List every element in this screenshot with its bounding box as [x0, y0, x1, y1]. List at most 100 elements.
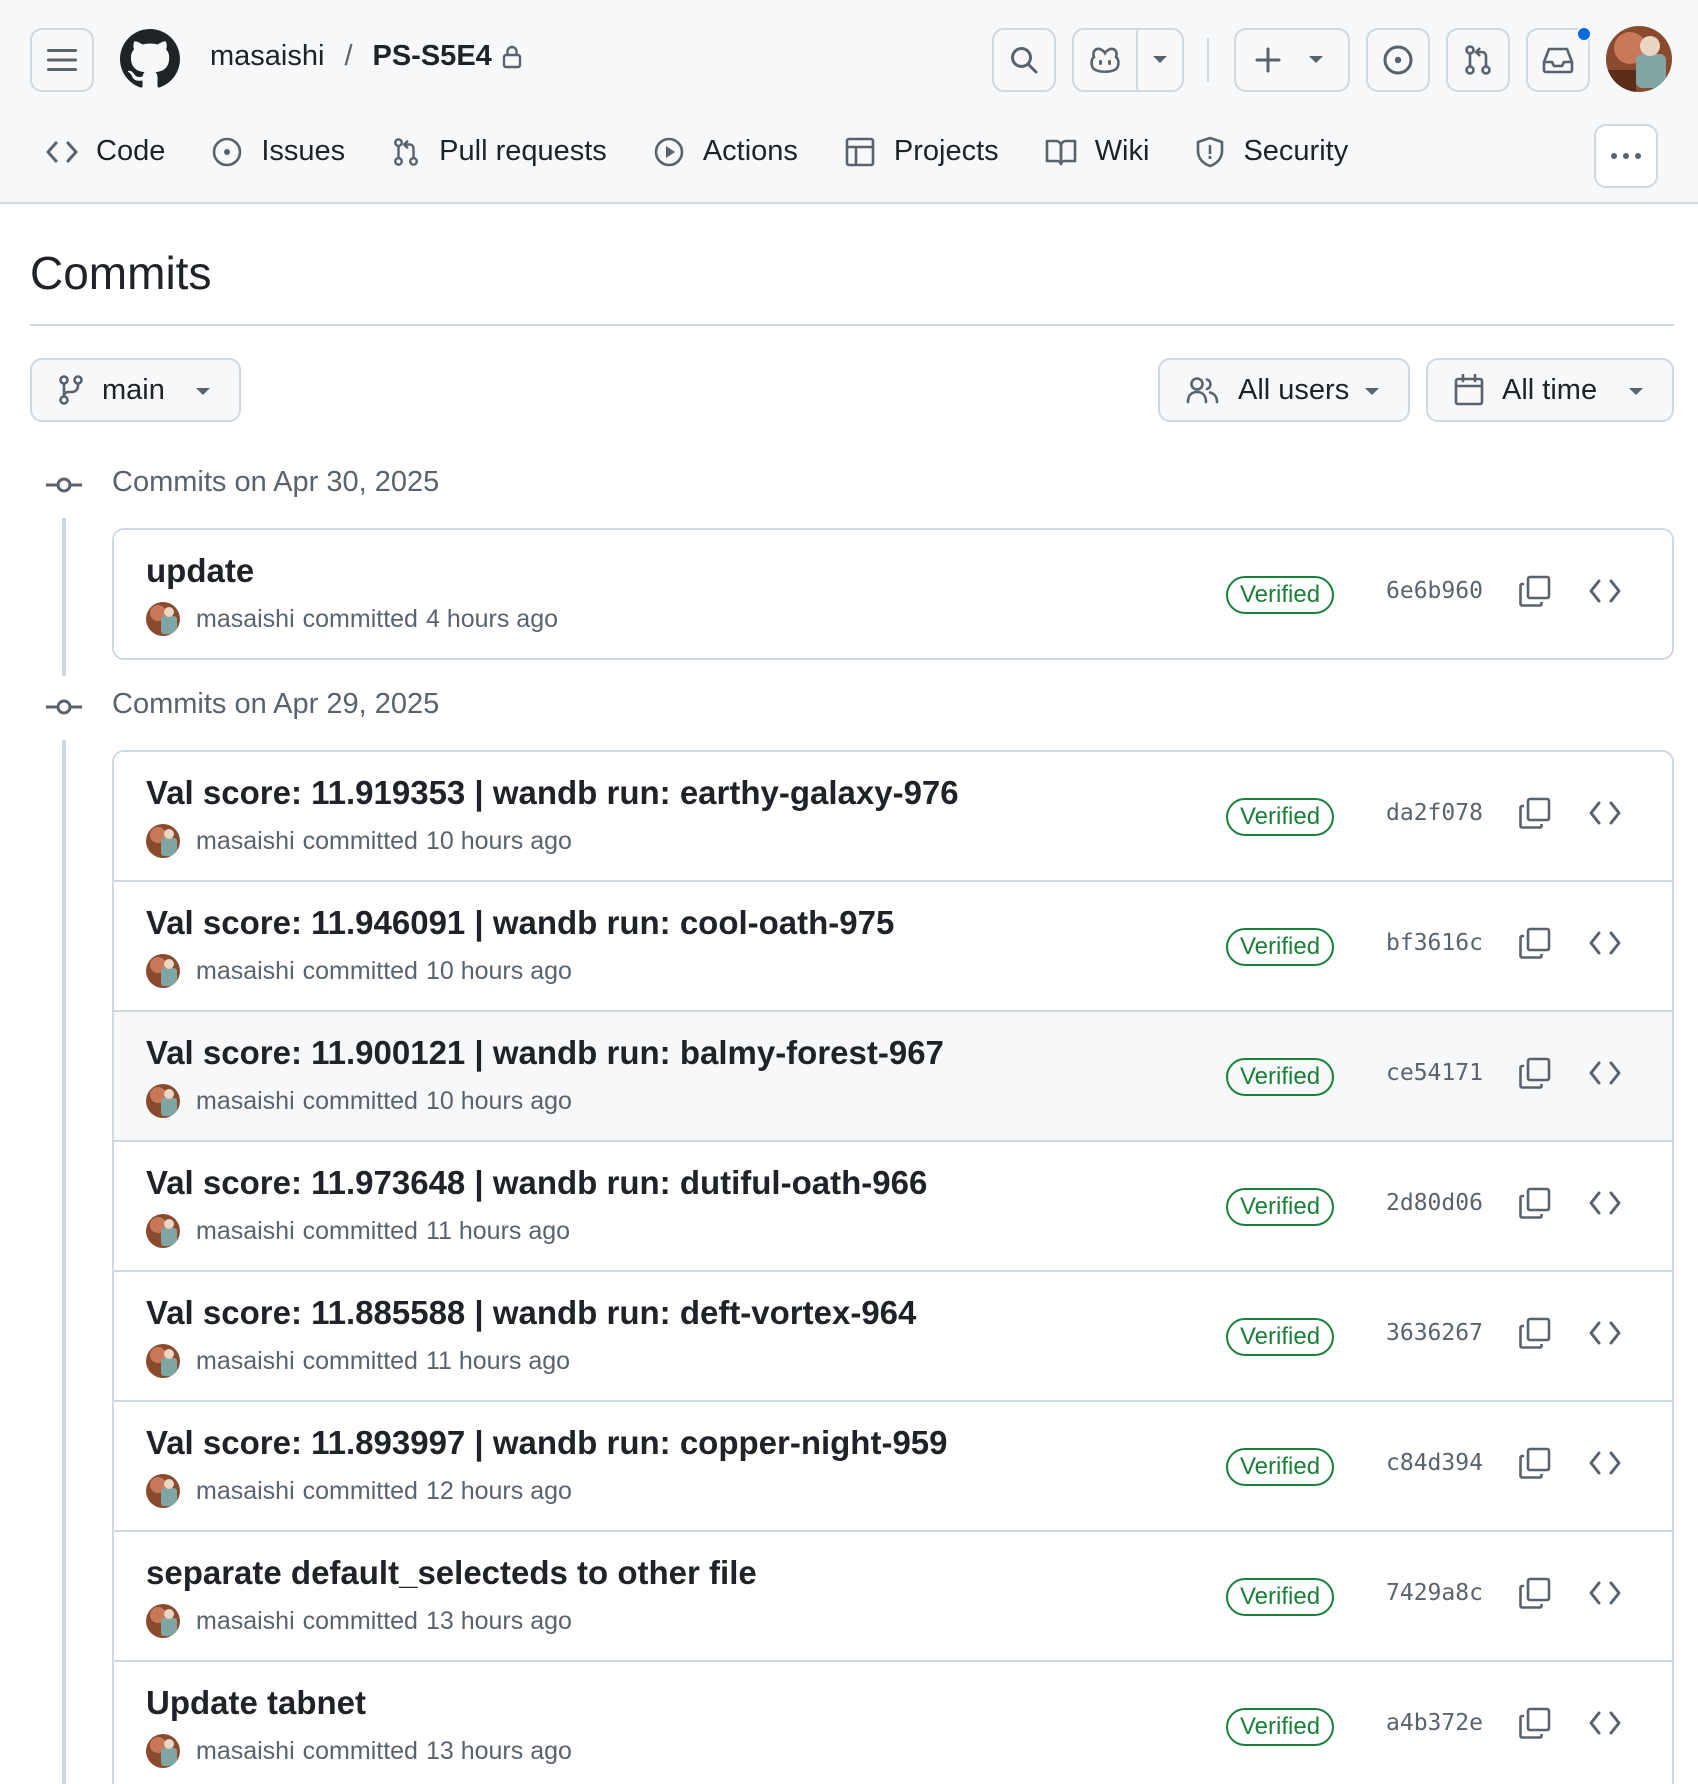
author-link[interactable]: masaishi — [196, 1737, 295, 1766]
tab-projects[interactable]: Projects — [844, 135, 999, 168]
commit-message-link[interactable]: Update tabnet — [146, 1684, 366, 1722]
verified-badge[interactable]: Verified — [1226, 1578, 1335, 1616]
tab-issues[interactable]: Issues — [211, 135, 345, 168]
pull-requests-button[interactable] — [1446, 28, 1510, 92]
commit-message-link[interactable]: Val score: 11.893997 | wandb run: copper… — [146, 1424, 948, 1462]
commit-message-link[interactable]: Val score: 11.919353 | wandb run: earthy… — [146, 774, 959, 812]
verified-badge[interactable]: Verified — [1226, 576, 1335, 614]
author-avatar[interactable] — [146, 602, 180, 636]
tab-code[interactable]: Code — [46, 135, 165, 168]
commit-meta: masaishi committed 11 hours ago — [146, 1344, 570, 1378]
author-avatar[interactable] — [146, 1734, 180, 1768]
author-avatar[interactable] — [146, 954, 180, 988]
branch-select-button[interactable]: main — [30, 358, 241, 422]
author-link[interactable]: masaishi — [196, 1477, 295, 1506]
verified-badge[interactable]: Verified — [1226, 928, 1335, 966]
author-avatar[interactable] — [146, 824, 180, 858]
commit-sha-link[interactable]: ce54171 — [1386, 1060, 1483, 1086]
author-link[interactable]: masaishi — [196, 1087, 295, 1116]
author-link[interactable]: masaishi — [196, 1347, 295, 1376]
commit-row[interactable]: Val score: 11.973648 | wandb run: dutifu… — [114, 1140, 1672, 1270]
browse-code-icon[interactable] — [1588, 578, 1622, 604]
commit-row[interactable]: Val score: 11.885588 | wandb run: deft-v… — [114, 1270, 1672, 1400]
browse-code-icon[interactable] — [1588, 1320, 1622, 1346]
copy-icon[interactable] — [1518, 1186, 1552, 1220]
user-avatar[interactable] — [1606, 26, 1672, 92]
repo-owner-link[interactable]: masaishi — [210, 40, 324, 73]
copy-icon[interactable] — [1518, 796, 1552, 830]
avatar-image — [146, 1734, 180, 1768]
copy-icon[interactable] — [1518, 1446, 1552, 1480]
commit-sha-link[interactable]: 3636267 — [1386, 1320, 1483, 1346]
commit-sha-link[interactable]: a4b372e — [1386, 1710, 1483, 1736]
commit-sha-link[interactable]: bf3616c — [1386, 930, 1483, 956]
commit-action: committed — [302, 1476, 418, 1505]
author-avatar[interactable] — [146, 1084, 180, 1118]
commit-row[interactable]: Val score: 11.900121 | wandb run: balmy-… — [114, 1010, 1672, 1140]
browse-code-icon[interactable] — [1588, 1190, 1622, 1216]
commit-meta: masaishi committed 10 hours ago — [146, 954, 572, 988]
tab-actions[interactable]: Actions — [653, 135, 798, 168]
commit-row[interactable]: update masaishi committed 4 hours ago Ve… — [114, 530, 1672, 658]
author-avatar[interactable] — [146, 1344, 180, 1378]
repo-name-link[interactable]: PS-S5E4 — [373, 40, 492, 73]
browse-code-icon[interactable] — [1588, 1710, 1622, 1736]
more-tabs-button[interactable] — [1594, 124, 1658, 188]
author-link[interactable]: masaishi — [196, 827, 295, 856]
copy-icon[interactable] — [1518, 926, 1552, 960]
menu-button[interactable] — [30, 28, 94, 92]
author-link[interactable]: masaishi — [196, 1607, 295, 1636]
commit-sha-link[interactable]: 7429a8c — [1386, 1580, 1483, 1606]
browse-code-icon[interactable] — [1588, 1060, 1622, 1086]
commit-row[interactable]: Val score: 11.893997 | wandb run: copper… — [114, 1400, 1672, 1530]
create-new-button[interactable] — [1234, 28, 1350, 92]
commit-message-link[interactable]: Val score: 11.973648 | wandb run: dutifu… — [146, 1164, 927, 1202]
commit-row[interactable]: Val score: 11.946091 | wandb run: cool-o… — [114, 880, 1672, 1010]
commit-message-link[interactable]: Val score: 11.885588 | wandb run: deft-v… — [146, 1294, 916, 1332]
copy-icon[interactable] — [1518, 1316, 1552, 1350]
commit-message-link[interactable]: Val score: 11.946091 | wandb run: cool-o… — [146, 904, 894, 942]
commit-sha-link[interactable]: da2f078 — [1386, 800, 1483, 826]
copy-icon[interactable] — [1518, 574, 1552, 608]
commit-sha-link[interactable]: 2d80d06 — [1386, 1190, 1483, 1216]
author-avatar[interactable] — [146, 1214, 180, 1248]
commit-message-link[interactable]: update — [146, 552, 254, 590]
tab-wiki[interactable]: Wiki — [1045, 135, 1149, 168]
issues-button[interactable] — [1366, 28, 1430, 92]
copilot-button[interactable] — [1074, 30, 1138, 90]
github-logo-icon[interactable] — [120, 29, 180, 89]
author-link[interactable]: masaishi — [196, 1217, 295, 1246]
copy-icon[interactable] — [1518, 1576, 1552, 1610]
copy-icon[interactable] — [1518, 1056, 1552, 1090]
author-link[interactable]: masaishi — [196, 605, 295, 634]
tab-pull-requests[interactable]: Pull requests — [391, 135, 607, 168]
tab-security[interactable]: Security — [1195, 135, 1348, 168]
users-filter-button[interactable]: All users — [1158, 358, 1410, 422]
commit-sha-link[interactable]: 6e6b960 — [1386, 578, 1483, 604]
author-avatar[interactable] — [146, 1474, 180, 1508]
author-link[interactable]: masaishi — [196, 957, 295, 986]
search-button[interactable] — [992, 28, 1056, 92]
verified-badge[interactable]: Verified — [1226, 798, 1335, 836]
commit-row[interactable]: Val score: 11.919353 | wandb run: earthy… — [114, 752, 1672, 880]
time-filter-button[interactable]: All time — [1426, 358, 1674, 422]
browse-code-icon[interactable] — [1588, 930, 1622, 956]
commit-sha-link[interactable]: c84d394 — [1386, 1450, 1483, 1476]
browse-code-icon[interactable] — [1588, 800, 1622, 826]
commit-row[interactable]: separate default_selecteds to other file… — [114, 1530, 1672, 1660]
commit-row[interactable]: Update tabnet masaishi committed 13 hour… — [114, 1660, 1672, 1784]
avatar-image — [146, 954, 180, 988]
copy-icon[interactable] — [1518, 1706, 1552, 1740]
browse-code-icon[interactable] — [1588, 1580, 1622, 1606]
verified-badge[interactable]: Verified — [1226, 1708, 1335, 1746]
commit-message-link[interactable]: Val score: 11.900121 | wandb run: balmy-… — [146, 1034, 944, 1072]
copilot-dropdown-button[interactable] — [1138, 30, 1182, 90]
commit-message-link[interactable]: separate default_selecteds to other file — [146, 1554, 757, 1592]
verified-badge[interactable]: Verified — [1226, 1188, 1335, 1226]
verified-badge[interactable]: Verified — [1226, 1448, 1335, 1486]
browse-code-icon[interactable] — [1588, 1450, 1622, 1476]
author-avatar[interactable] — [146, 1604, 180, 1638]
avatar-image — [146, 1604, 180, 1638]
verified-badge[interactable]: Verified — [1226, 1318, 1335, 1356]
verified-badge[interactable]: Verified — [1226, 1058, 1335, 1096]
